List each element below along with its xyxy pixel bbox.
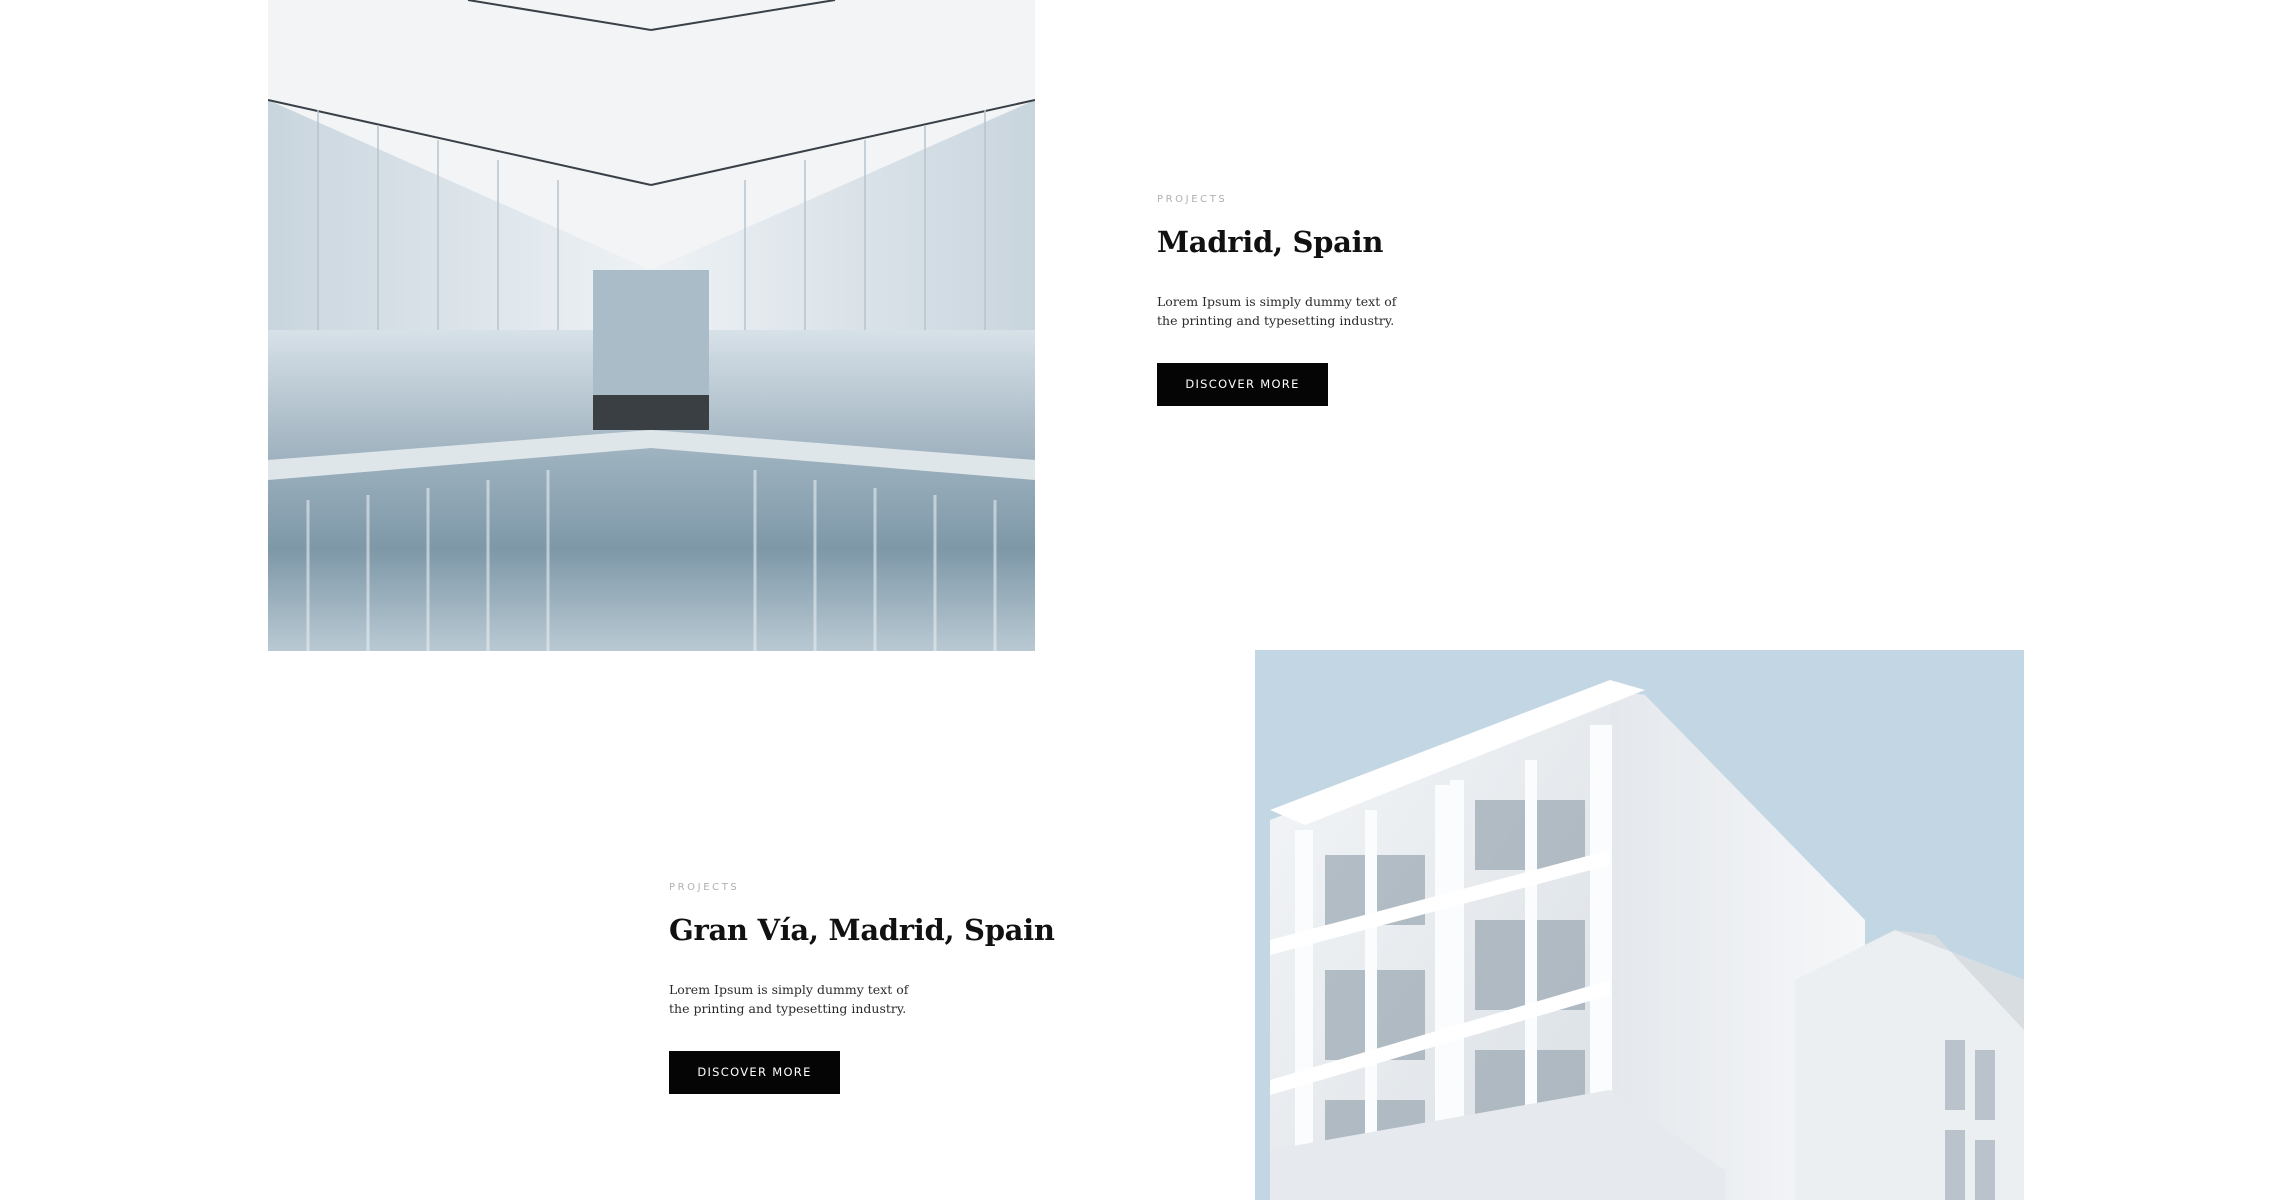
modern-building-image: [1255, 650, 2024, 1200]
project-eyebrow: PROJECTS: [1157, 194, 1228, 205]
discover-more-button[interactable]: DISCOVER MORE: [669, 1051, 840, 1094]
pool-architecture-image: [268, 0, 1035, 651]
project-card-madrid: PROJECTS Madrid, Spain Lorem Ipsum is si…: [1157, 194, 1397, 406]
project-title: Madrid, Spain: [1157, 225, 1384, 259]
project-image-building: [1255, 650, 2024, 1200]
project-title: Gran Vía, Madrid, Spain: [669, 913, 1055, 947]
project-image-pool: [268, 0, 1035, 651]
project-eyebrow: PROJECTS: [669, 882, 740, 893]
project-description: Lorem Ipsum is simply dummy text of the …: [669, 982, 909, 1016]
project-card-gran-via: PROJECTS Gran Vía, Madrid, Spain Lorem I…: [669, 882, 1055, 1094]
discover-more-button[interactable]: DISCOVER MORE: [1157, 363, 1328, 406]
project-description: Lorem Ipsum is simply dummy text of the …: [1157, 294, 1397, 328]
